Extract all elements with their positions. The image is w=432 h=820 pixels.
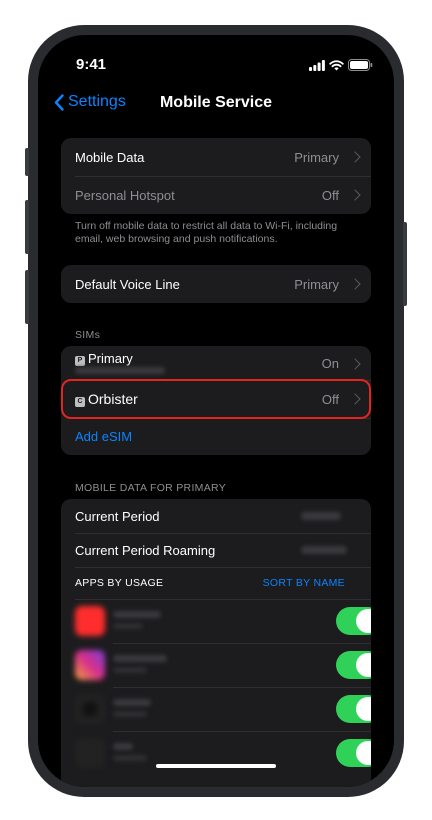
action-button [25, 148, 29, 176]
redacted-app-name [113, 699, 151, 706]
redacted-app-name [113, 655, 167, 662]
row-label: Personal Hotspot [75, 187, 175, 203]
sort-by-name-button[interactable]: SORT BY NAME [263, 577, 345, 589]
redacted-app-usage [113, 623, 143, 629]
app-icon [75, 606, 105, 636]
apps-by-usage-label: APPS BY USAGE [75, 577, 164, 589]
redacted-value [301, 546, 347, 554]
row-value: Primary [294, 276, 339, 292]
app-icon [75, 694, 105, 724]
default-voice-line-row[interactable]: Default Voice Line Primary [61, 265, 371, 303]
redacted-value [301, 512, 341, 520]
apps-by-usage-header: APPS BY USAGE SORT BY NAME [61, 567, 371, 599]
toggle-knob [356, 609, 371, 633]
status-time: 9:41 [76, 56, 107, 73]
sim-primary-row[interactable]: P Primary On [61, 346, 371, 380]
add-esim-link[interactable]: Add eSIM [75, 429, 132, 444]
battery-icon [348, 59, 373, 71]
toggle-knob [356, 741, 371, 765]
row-label: Default Voice Line [75, 276, 180, 292]
volume-down-button [25, 270, 29, 324]
page-title: Mobile Service [159, 94, 273, 111]
orbister-highlight [61, 379, 371, 419]
usage-section-header: MOBILE DATA FOR PRIMARY [75, 482, 227, 494]
personal-hotspot-row[interactable]: Personal Hotspot Off [61, 176, 371, 214]
toggle-knob [356, 653, 371, 677]
toggle-knob [356, 697, 371, 721]
redacted-app-usage [113, 755, 147, 761]
default-voice-line-group: Default Voice Line Primary [61, 265, 371, 303]
usage-group: Current Period Current Period Roaming AP… [61, 499, 371, 787]
mobile-data-row[interactable]: Mobile Data Primary [61, 138, 371, 176]
redacted-app-usage [113, 711, 147, 717]
app-icon [75, 650, 105, 680]
row-label: Current Period Roaming [75, 542, 216, 558]
phone-screen: 9:41 Settings Mobile Service Mobile Data… [38, 35, 394, 787]
app-data-toggle[interactable] [336, 739, 371, 767]
redacted-app-name [113, 611, 161, 618]
chevron-right-icon [349, 358, 361, 370]
row-value: On [321, 356, 339, 371]
app-icon [75, 738, 105, 768]
current-period-row: Current Period [61, 499, 371, 533]
current-period-roaming-row: Current Period Roaming [61, 533, 371, 567]
volume-up-button [25, 200, 29, 254]
sim-primary-label: Primary [88, 351, 133, 366]
wifi-icon [329, 60, 344, 71]
add-esim-row[interactable]: Add eSIM [61, 418, 371, 455]
app-data-toggle[interactable] [336, 607, 371, 635]
chevron-right-icon [349, 151, 361, 163]
mobile-data-footnote: Turn off mobile data to restrict all dat… [75, 220, 338, 245]
app-data-toggle[interactable] [336, 651, 371, 679]
sim-primary-title: P Primary [75, 351, 133, 366]
dynamic-island [170, 48, 262, 78]
cellular-signal-icon [309, 60, 325, 71]
sim-badge-icon: P [75, 356, 85, 366]
app-usage-row [61, 599, 371, 643]
app-usage-row [61, 643, 371, 687]
chevron-right-icon [349, 189, 361, 201]
app-usage-row [61, 731, 371, 775]
power-button [403, 222, 407, 306]
redacted-app-name [113, 743, 133, 750]
row-value: Off [321, 187, 339, 203]
app-data-toggle[interactable] [336, 695, 371, 723]
app-usage-row [61, 687, 371, 731]
sims-section-header: SIMs [75, 329, 101, 341]
row-label: Mobile Data [75, 149, 145, 165]
home-indicator[interactable] [156, 764, 276, 768]
mobile-data-group: Mobile Data Primary Personal Hotspot Off [61, 138, 371, 214]
redacted-app-usage [113, 667, 147, 673]
row-label: Current Period [75, 508, 160, 524]
chevron-right-icon [349, 278, 361, 290]
redacted-number [75, 367, 165, 374]
row-value: Primary [294, 149, 339, 165]
